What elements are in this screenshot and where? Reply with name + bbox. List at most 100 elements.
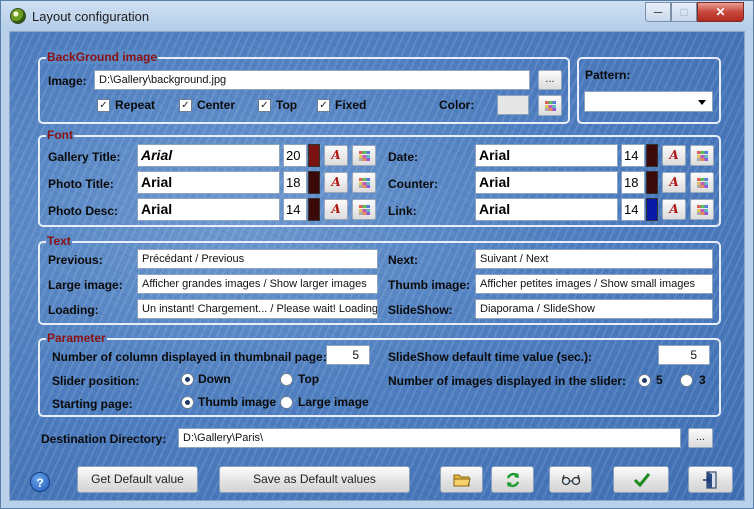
slider-position-label: Slider position: (52, 374, 140, 388)
ok-button[interactable] (613, 466, 669, 493)
previous-text-input[interactable]: Précédant / Previous (137, 249, 378, 269)
gallery-title-size-input[interactable]: 20 (283, 144, 307, 167)
link-size-input[interactable]: 14 (621, 198, 645, 221)
photo-desc-font-input[interactable]: Arial (137, 198, 280, 221)
help-icon: ? (36, 476, 44, 490)
photo-desc-color-button[interactable] (352, 199, 376, 220)
background-image-group: BackGround image (38, 50, 570, 124)
counter-size-input[interactable]: 18 (621, 171, 645, 194)
check-icon: ✓ (99, 100, 108, 111)
images-3-radio[interactable] (680, 374, 693, 387)
background-color-swatch[interactable] (497, 95, 529, 115)
photo-title-font-input[interactable]: Arial (137, 171, 280, 194)
exit-button[interactable] (688, 466, 733, 493)
start-thumb-label: Thumb image (198, 395, 277, 409)
start-large-radio[interactable] (280, 396, 293, 409)
open-folder-button[interactable] (440, 466, 483, 493)
gallery-title-font-input[interactable]: Arial (137, 144, 280, 167)
check-icon: ✓ (181, 100, 190, 111)
images-5-radio[interactable] (638, 374, 651, 387)
link-color-button[interactable] (690, 199, 714, 220)
photo-title-color-swatch[interactable] (308, 171, 320, 194)
close-button[interactable]: ✕ (697, 2, 744, 22)
large-image-text-input[interactable]: Afficher grandes images / Show larger im… (137, 274, 378, 294)
check-icon: ✓ (260, 100, 269, 111)
photo-desc-color-swatch[interactable] (308, 198, 320, 221)
date-color-button[interactable] (690, 145, 714, 166)
destination-input[interactable]: D:\Gallery\Paris\ (178, 428, 681, 448)
counter-font-button[interactable]: A (662, 172, 686, 193)
photo-title-font-button[interactable]: A (324, 172, 348, 193)
font-legend: Font (46, 128, 74, 142)
parameter-legend: Parameter (46, 331, 107, 345)
columns-label: Number of column displayed in thumbnail … (52, 350, 327, 364)
loading-text-input[interactable]: Un instant! Chargement... / Please wait!… (137, 299, 378, 319)
link-color-swatch[interactable] (646, 198, 658, 221)
checkmark-icon (634, 473, 650, 487)
minimize-icon: ─ (653, 5, 663, 19)
photo-title-color-button[interactable] (352, 172, 376, 193)
palette-icon (359, 205, 370, 215)
date-color-swatch[interactable] (646, 144, 658, 167)
palette-icon (359, 151, 370, 161)
date-font-button[interactable]: A (662, 145, 686, 166)
photo-desc-size-input[interactable]: 14 (283, 198, 307, 221)
destination-browse-button[interactable]: ... (688, 428, 713, 448)
dialog-body: BackGround image Image: D:\Gallery\backg… (9, 31, 745, 501)
gallery-title-font-button[interactable]: A (324, 145, 348, 166)
columns-input[interactable]: 5 (326, 345, 370, 365)
top-checkbox[interactable]: ✓ (258, 99, 271, 112)
minimize-button[interactable]: ─ (645, 2, 671, 22)
refresh-button[interactable] (491, 466, 534, 493)
repeat-checkbox[interactable]: ✓ (97, 99, 110, 112)
link-font-input[interactable]: Arial (475, 198, 618, 221)
palette-icon (697, 151, 708, 161)
maximize-button[interactable]: □ (671, 2, 697, 22)
help-button[interactable]: ? (30, 472, 50, 492)
photo-desc-font-button[interactable]: A (324, 199, 348, 220)
photo-desc-label: Photo Desc: (48, 204, 119, 218)
slider-top-label: Top (298, 372, 320, 386)
center-checkbox[interactable]: ✓ (179, 99, 192, 112)
image-browse-button[interactable]: ... (538, 70, 562, 90)
fixed-checkbox[interactable]: ✓ (317, 99, 330, 112)
slider-top-radio[interactable] (280, 373, 293, 386)
image-path-input[interactable]: D:\Gallery\background.jpg (94, 70, 530, 90)
slider-down-label: Down (198, 372, 231, 386)
pattern-select[interactable] (584, 91, 713, 112)
next-text-input[interactable]: Suivant / Next (475, 249, 713, 269)
counter-color-swatch[interactable] (646, 171, 658, 194)
date-size-input[interactable]: 14 (621, 144, 645, 167)
window-title: Layout configuration (32, 9, 150, 24)
counter-font-input[interactable]: Arial (475, 171, 618, 194)
counter-color-button[interactable] (690, 172, 714, 193)
preview-button[interactable] (549, 466, 592, 493)
slideshow-time-input[interactable]: 5 (658, 345, 710, 365)
link-font-button[interactable]: A (662, 199, 686, 220)
gallery-title-label: Gallery Title: (48, 150, 121, 164)
start-thumb-radio[interactable] (181, 396, 194, 409)
exit-door-icon (703, 471, 717, 489)
large-image-label: Large image: (48, 278, 123, 292)
destination-label: Destination Directory: (41, 432, 167, 446)
get-default-button[interactable]: Get Default value (77, 466, 198, 493)
gallery-title-color-swatch[interactable] (308, 144, 320, 167)
images-5-label: 5 (656, 373, 663, 387)
gallery-title-color-button[interactable] (352, 145, 376, 166)
title-bar[interactable]: Layout configuration ─ □ ✕ (1, 1, 753, 31)
palette-icon (697, 178, 708, 188)
save-default-button[interactable]: Save as Default values (219, 466, 410, 493)
background-color-picker-button[interactable] (538, 95, 562, 116)
date-label: Date: (388, 150, 419, 164)
text-legend: Text (46, 234, 72, 248)
photo-title-size-input[interactable]: 18 (283, 171, 307, 194)
slideshow-text-input[interactable]: Diaporama / SlideShow (475, 299, 713, 319)
images-slider-label: Number of images displayed in the slider… (388, 374, 627, 388)
thumb-image-text-input[interactable]: Afficher petites images / Show small ima… (475, 274, 713, 294)
loading-label: Loading: (48, 303, 99, 317)
slider-down-radio[interactable] (181, 373, 194, 386)
glasses-icon (561, 474, 581, 486)
chevron-down-icon (698, 100, 706, 105)
date-font-input[interactable]: Arial (475, 144, 618, 167)
images-3-label: 3 (699, 373, 706, 387)
